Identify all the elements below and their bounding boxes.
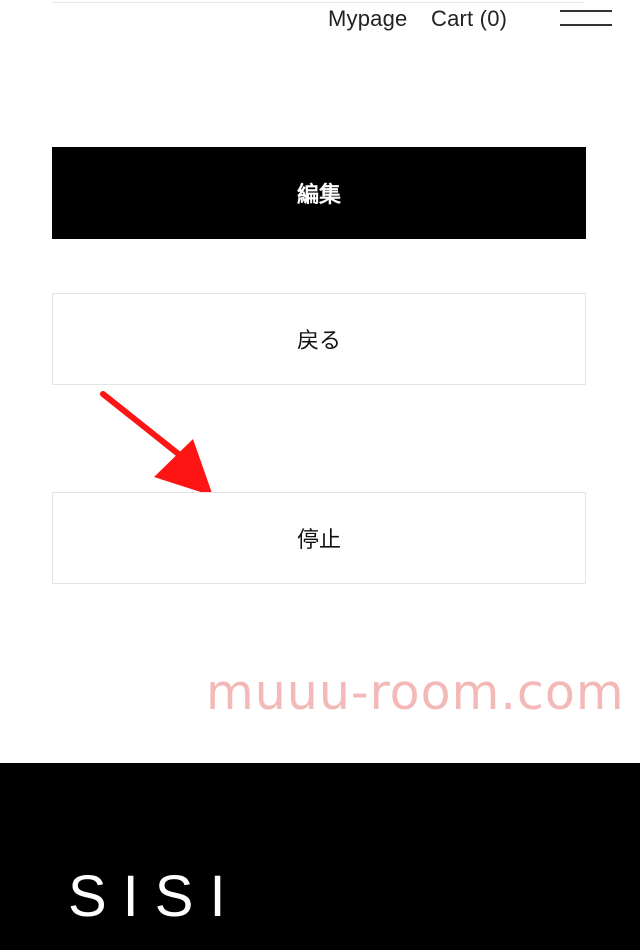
edit-button[interactable]: 編集	[52, 147, 586, 239]
cart-link[interactable]: Cart (0)	[431, 6, 507, 32]
site-footer: SISI	[0, 763, 640, 950]
site-header: Mypage Cart (0)	[0, 0, 640, 40]
mypage-link[interactable]: Mypage	[328, 6, 407, 32]
red-arrow-icon	[100, 391, 213, 496]
hamburger-menu-icon[interactable]	[560, 8, 612, 28]
watermark-text: muuu-room.com	[206, 664, 625, 721]
back-button[interactable]: 戻る	[52, 293, 586, 385]
brand-logo[interactable]: SISI	[68, 863, 242, 930]
stop-button[interactable]: 停止	[52, 492, 586, 584]
